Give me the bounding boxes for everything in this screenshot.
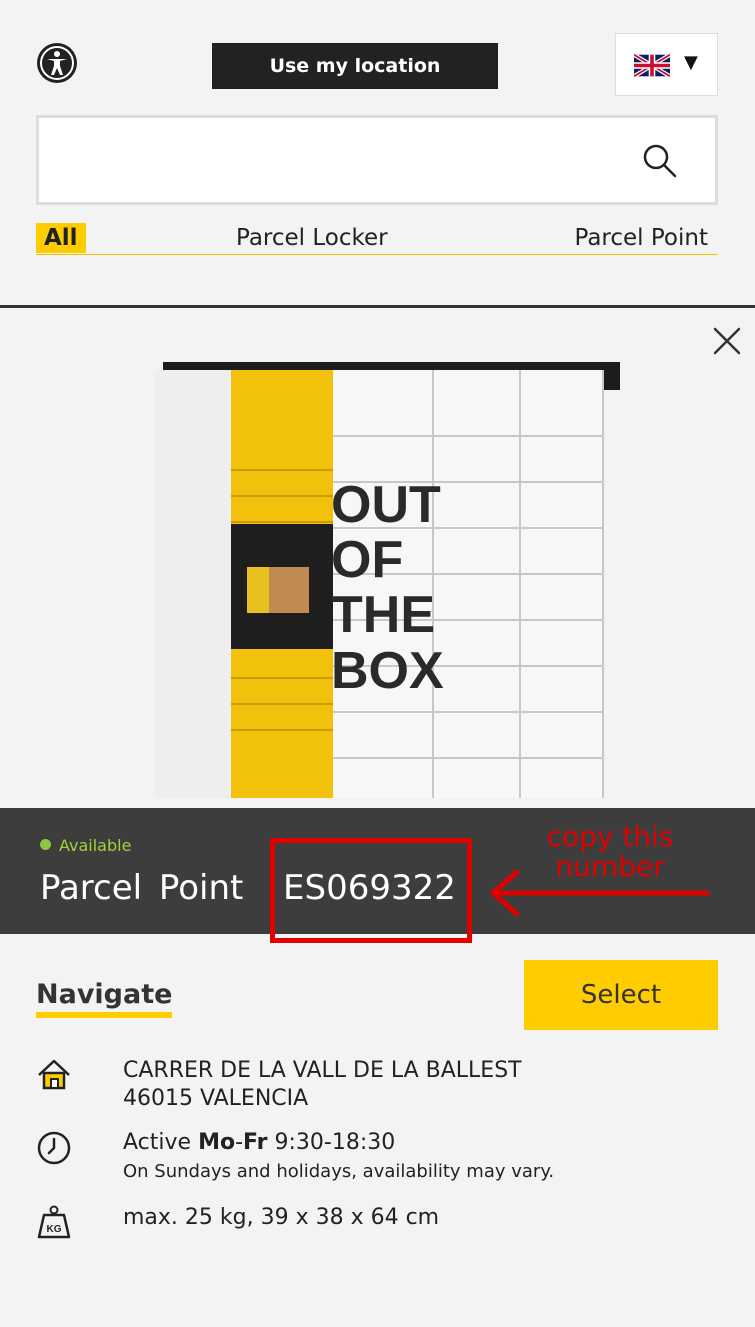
tab-all[interactable]: All	[36, 223, 86, 253]
address-line: CARRER DE LA VALL DE LA BALLEST	[123, 1058, 522, 1083]
address-city: 46015 VALENCIA	[123, 1086, 309, 1111]
language-selector[interactable]: ▼	[615, 33, 718, 96]
use-my-location-button[interactable]: Use my location	[212, 43, 498, 89]
status-badge: Available	[40, 836, 131, 855]
hours-prefix: Active	[123, 1130, 192, 1155]
weight-icon: KG	[37, 1205, 71, 1239]
locker-photo: OUT OF THE BOX	[155, 362, 620, 798]
hours-dash: -	[235, 1130, 244, 1155]
close-icon[interactable]	[712, 326, 742, 356]
clock-icon	[37, 1131, 71, 1165]
hours-time: 9:30-18:30	[274, 1130, 396, 1155]
locker-text-line: BOX	[331, 642, 444, 700]
search-box	[36, 115, 718, 205]
tab-parcel-point[interactable]: Parcel Point	[575, 223, 709, 253]
locker-text-line: THE	[331, 586, 435, 644]
tab-parcel-locker[interactable]: Parcel Locker	[236, 223, 388, 253]
uk-flag-icon	[634, 54, 670, 77]
search-icon[interactable]	[641, 142, 679, 180]
opening-hours: Active Mo-Fr 9:30-18:30	[123, 1129, 554, 1157]
status-text: Available	[59, 836, 132, 855]
hours-note: On Sundays and holidays, availability ma…	[123, 1161, 555, 1182]
svg-text:KG: KG	[47, 1224, 62, 1235]
divider	[0, 305, 755, 308]
locker-text-line: OF	[331, 531, 403, 589]
hours-day-start: Mo	[198, 1130, 236, 1155]
filter-tabs: All Parcel Locker Parcel Point	[36, 223, 718, 255]
hours-day-end: Fr	[243, 1130, 268, 1155]
size-limits: max. 25 kg, 39 x 38 x 64 cm	[123, 1205, 440, 1230]
detail-header: Available Parcel Point ES069322 copy thi…	[0, 808, 755, 943]
locker-text-line: OUT	[331, 476, 441, 534]
point-type-label: Parcel Point	[40, 868, 244, 908]
navigate-link[interactable]: Navigate	[36, 978, 173, 1018]
chevron-down-icon: ▼	[684, 52, 698, 73]
highlight-box	[270, 838, 472, 943]
home-icon	[38, 1059, 70, 1090]
status-dot-icon	[40, 839, 51, 850]
select-button[interactable]: Select	[524, 960, 718, 1030]
top-panel: Use my location ▼ All Parcel Locker Parc…	[0, 0, 755, 306]
search-input[interactable]	[51, 138, 611, 182]
accessibility-icon[interactable]	[36, 42, 78, 84]
arrow-left-icon	[490, 870, 709, 916]
